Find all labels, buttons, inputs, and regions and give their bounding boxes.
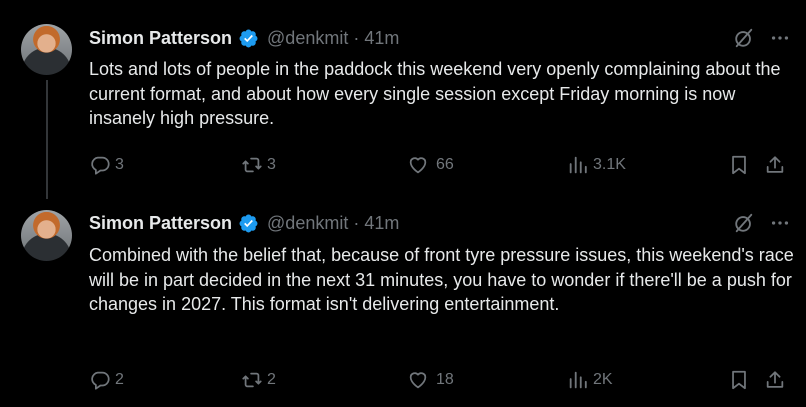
like-icon	[409, 157, 427, 174]
views-button[interactable]: 2K	[567, 368, 613, 392]
avatar[interactable]	[21, 210, 72, 261]
tweet-actions: 2 2 18 2K	[89, 368, 794, 392]
like-button[interactable]: 18	[407, 368, 454, 392]
repost-count: 2	[267, 371, 276, 388]
author-name[interactable]: Simon Patterson	[89, 213, 232, 234]
share-icon	[766, 156, 784, 173]
repost-button[interactable]: 2	[241, 368, 276, 392]
separator: ·	[353, 27, 360, 48]
repost-button[interactable]: 3	[241, 153, 276, 177]
more-icon[interactable]	[769, 212, 791, 234]
author-handle[interactable]: @denkmit	[267, 28, 348, 49]
grok-icon[interactable]	[733, 212, 755, 234]
bookmark-button[interactable]	[728, 368, 750, 392]
share-icon	[766, 371, 784, 388]
thread-line	[46, 80, 48, 199]
timestamp[interactable]: 41m	[364, 213, 399, 234]
share-button[interactable]	[764, 368, 786, 392]
timestamp[interactable]: 41m	[364, 28, 399, 49]
reply-button[interactable]: 3	[89, 153, 124, 177]
like-count: 66	[436, 156, 454, 173]
tweet-top-actions	[733, 212, 791, 234]
bookmark-button[interactable]	[728, 153, 750, 177]
bookmark-icon	[732, 155, 746, 175]
grok-icon[interactable]	[733, 27, 755, 49]
verified-badge-icon	[238, 213, 259, 234]
reply-count: 3	[115, 156, 124, 173]
avatar[interactable]	[21, 24, 72, 75]
reply-icon	[91, 156, 110, 175]
reply-icon	[91, 371, 110, 390]
reply-count: 2	[115, 371, 124, 388]
separator: ·	[353, 212, 360, 233]
views-button[interactable]: 3.1K	[567, 153, 626, 177]
views-icon	[569, 156, 587, 174]
more-icon[interactable]	[769, 27, 791, 49]
like-icon	[409, 372, 427, 389]
tweet-header: Simon Patterson @denkmit · 41m	[89, 27, 399, 49]
views-count: 2K	[593, 371, 613, 388]
views-count: 3.1K	[593, 156, 626, 173]
tweet-actions: 3 3 66 3.1K	[89, 153, 794, 177]
views-icon	[569, 371, 587, 389]
tweet-text: Lots and lots of people in the paddock t…	[89, 59, 781, 128]
bookmark-icon	[732, 370, 746, 390]
reply-button[interactable]: 2	[89, 368, 124, 392]
author-handle[interactable]: @denkmit	[267, 213, 348, 234]
like-count: 18	[436, 371, 454, 388]
repost-icon	[242, 157, 262, 173]
verified-badge-icon	[238, 28, 259, 49]
tweet-top-actions	[733, 27, 791, 49]
repost-count: 3	[267, 156, 276, 173]
repost-icon	[242, 372, 262, 388]
like-button[interactable]: 66	[407, 153, 454, 177]
tweet-header: Simon Patterson @denkmit · 41m	[89, 212, 399, 234]
share-button[interactable]	[764, 153, 786, 177]
tweet-text: Combined with the belief that, because o…	[89, 245, 794, 314]
author-name[interactable]: Simon Patterson	[89, 28, 232, 49]
